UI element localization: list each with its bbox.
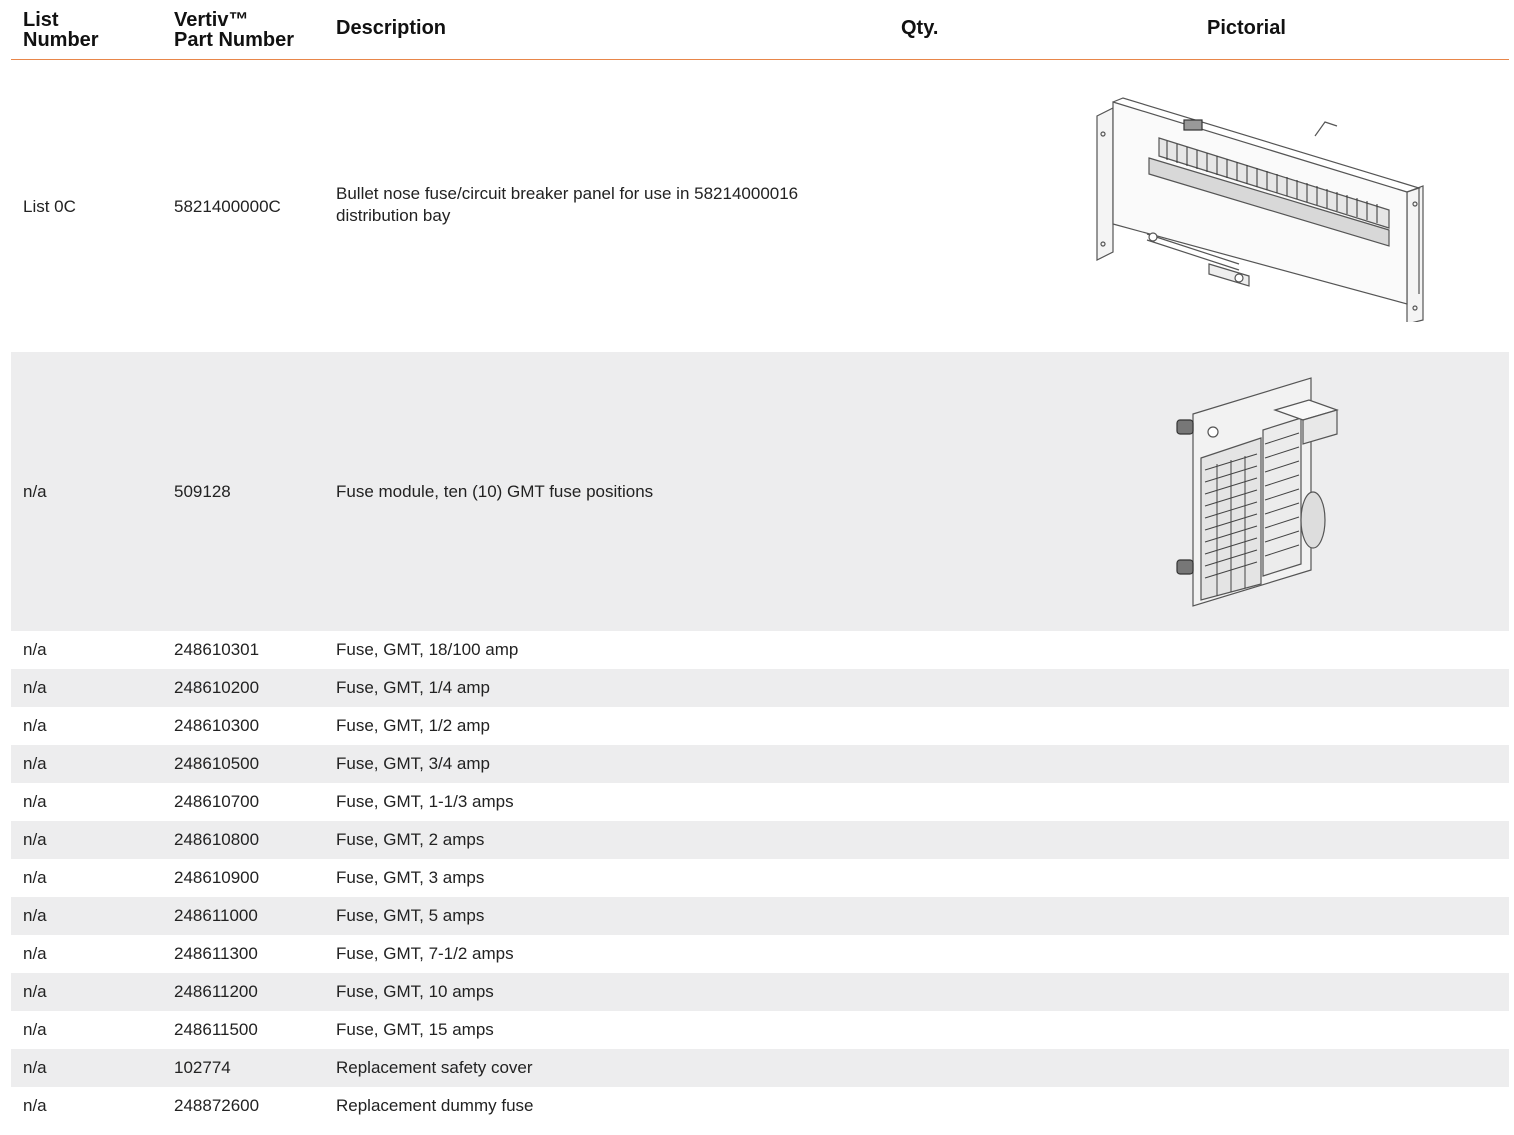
part-number-cell: 248610800 <box>174 830 260 849</box>
part-number-cell: 248610200 <box>174 678 260 697</box>
list-number-cell: n/a <box>23 792 47 811</box>
list-number-cell: n/a <box>23 482 47 501</box>
description-cell: Bullet nose fuse/circuit breaker panel f… <box>336 184 799 225</box>
part-number-cell: 5821400000C <box>174 197 281 216</box>
part-number-cell: 248610300 <box>174 716 260 735</box>
description-cell: Fuse, GMT, 1-1/3 amps <box>336 792 514 811</box>
description-cell: Fuse, GMT, 10 amps <box>336 982 494 1001</box>
table-row: n/a 248872600 Replacement dummy fuse <box>11 1087 1509 1125</box>
parts-table: List Number Vertiv™ Part Number Descript… <box>11 0 1509 1125</box>
table-row: n/a 248610800 Fuse, GMT, 2 amps <box>11 821 1509 859</box>
list-number-cell: n/a <box>23 906 47 925</box>
part-number-cell: 248610301 <box>174 640 260 659</box>
description-cell: Fuse, GMT, 2 amps <box>336 830 485 849</box>
list-number-cell: List 0C <box>23 197 76 216</box>
table-row: n/a 248611500 Fuse, GMT, 15 amps <box>11 1011 1509 1049</box>
description-cell: Fuse, GMT, 7-1/2 amps <box>336 944 514 963</box>
list-number-cell: n/a <box>23 944 47 963</box>
header-list-line1: List <box>23 9 59 31</box>
part-number-cell: 248872600 <box>174 1096 260 1115</box>
list-number-cell: n/a <box>23 640 47 659</box>
table-row: n/a 509128 Fuse module, ten (10) GMT fus… <box>11 352 1509 631</box>
description-cell: Fuse, GMT, 5 amps <box>336 906 485 925</box>
part-number-cell: 248610500 <box>174 754 260 773</box>
table-row: List 0C 5821400000C Bullet nose fuse/cir… <box>11 60 1509 352</box>
table-row: n/a 248610301 Fuse, GMT, 18/100 amp <box>11 631 1509 669</box>
header-list-number: List Number <box>23 10 99 50</box>
table-row: n/a 248610200 Fuse, GMT, 1/4 amp <box>11 669 1509 707</box>
table-row: n/a 248610300 Fuse, GMT, 1/2 amp <box>11 707 1509 745</box>
list-number-cell: n/a <box>23 1096 47 1115</box>
circuit-breaker-panel-drawing <box>1089 94 1434 327</box>
part-number-cell: 248610700 <box>174 792 260 811</box>
list-number-cell: n/a <box>23 868 47 887</box>
fuse-module-drawing <box>1171 374 1341 614</box>
description-cell: Fuse module, ten (10) GMT fuse positions <box>336 482 654 501</box>
part-number-cell: 248611300 <box>174 944 258 963</box>
table-row: n/a 248611000 Fuse, GMT, 5 amps <box>11 897 1509 935</box>
description-cell: Fuse, GMT, 3 amps <box>336 868 485 887</box>
list-number-cell: n/a <box>23 1020 47 1039</box>
table-row: n/a 248611200 Fuse, GMT, 10 amps <box>11 973 1509 1011</box>
part-number-cell: 248611500 <box>174 1020 258 1039</box>
part-number-cell: 248611000 <box>174 906 258 925</box>
header-part-line1: Vertiv™ <box>174 9 249 31</box>
description-cell: Replacement dummy fuse <box>336 1096 534 1115</box>
part-number-cell: 102774 <box>174 1058 231 1077</box>
table-row: n/a 102774 Replacement safety cover <box>11 1049 1509 1087</box>
header-pictorial: Pictorial <box>1207 17 1286 39</box>
description-cell: Fuse, GMT, 1/4 amp <box>336 678 490 697</box>
header-description: Description <box>336 17 447 39</box>
list-number-cell: n/a <box>23 982 47 1001</box>
table-row: n/a 248610700 Fuse, GMT, 1-1/3 amps <box>11 783 1509 821</box>
list-number-cell: n/a <box>23 678 47 697</box>
description-cell: Fuse, GMT, 18/100 amp <box>336 640 519 659</box>
header-part-line2: Part Number <box>174 29 295 51</box>
description-cell: Replacement safety cover <box>336 1058 533 1077</box>
list-number-cell: n/a <box>23 1058 47 1077</box>
part-number-cell: 248611200 <box>174 982 258 1001</box>
header-list-line2: Number <box>23 29 99 51</box>
header-qty: Qty. <box>901 17 939 39</box>
header-part-number: Vertiv™ Part Number <box>174 10 294 50</box>
table-row: n/a 248610500 Fuse, GMT, 3/4 amp <box>11 745 1509 783</box>
table-header: List Number Vertiv™ Part Number Descript… <box>11 0 1509 60</box>
table-row: n/a 248610900 Fuse, GMT, 3 amps <box>11 859 1509 897</box>
description-cell: Fuse, GMT, 1/2 amp <box>336 716 490 735</box>
description-cell: Fuse, GMT, 3/4 amp <box>336 754 490 773</box>
table-row: n/a 248611300 Fuse, GMT, 7-1/2 amps <box>11 935 1509 973</box>
list-number-cell: n/a <box>23 830 47 849</box>
list-number-cell: n/a <box>23 754 47 773</box>
part-number-cell: 248610900 <box>174 868 260 887</box>
list-number-cell: n/a <box>23 716 47 735</box>
part-number-cell: 509128 <box>174 482 231 501</box>
description-cell: Fuse, GMT, 15 amps <box>336 1020 494 1039</box>
